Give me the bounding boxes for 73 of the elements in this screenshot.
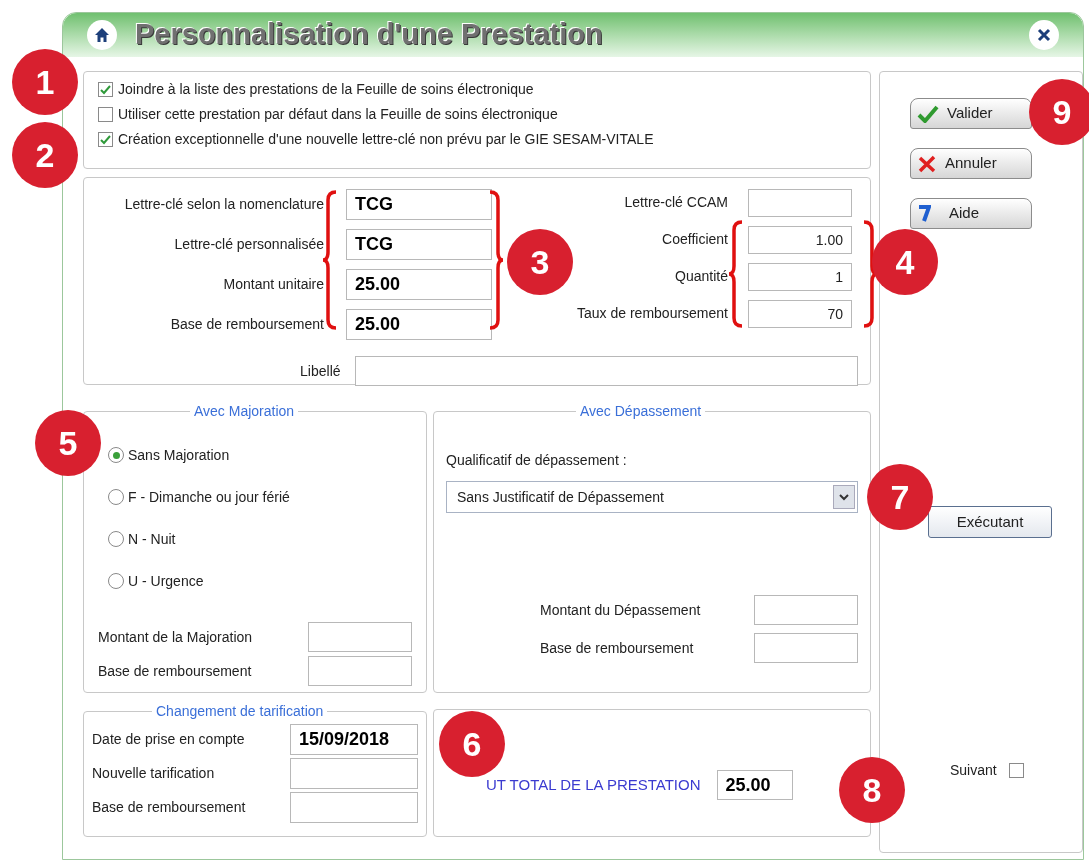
checkbox[interactable] xyxy=(98,107,113,122)
text-field[interactable]: 15/09/2018 xyxy=(290,724,418,755)
cross-icon xyxy=(917,154,937,173)
group-title: Changement de tarification xyxy=(155,702,325,721)
text-field[interactable]: 1 xyxy=(748,262,852,291)
radio-button[interactable] xyxy=(108,447,124,463)
text-field[interactable]: 25.00 xyxy=(716,770,793,800)
field-label: Base de remboursement xyxy=(170,314,324,334)
field-label: Lettre-clé selon la nomenclature xyxy=(124,194,324,214)
text-field[interactable] xyxy=(354,356,858,386)
field-label: Montant unitaire xyxy=(223,274,324,294)
radio-label: F - Dimanche ou jour férié xyxy=(128,487,290,507)
callout-badge: 1 xyxy=(12,49,78,115)
text-field[interactable] xyxy=(308,656,412,686)
chevron-down-icon xyxy=(833,485,855,509)
total-label: UT TOTAL DE LA PRESTATION xyxy=(486,774,701,795)
text-field[interactable] xyxy=(754,595,858,625)
field-label: Qualificatif de dépassement : xyxy=(446,451,628,470)
option-label: Création exceptionnelle d'une nouvelle lettre-clé non prévu par le GIE SESAM-VITALE xyxy=(118,130,654,149)
field-label: Base de remboursement xyxy=(540,638,694,658)
radio-button[interactable] xyxy=(108,531,124,547)
text-field[interactable]: 25.00 xyxy=(346,268,492,300)
next-label: Suivant xyxy=(950,761,997,780)
dropdown[interactable]: Sans Justificatif de Dépassement xyxy=(446,481,858,513)
callout-badge: 5 xyxy=(35,410,101,476)
brace-icon xyxy=(728,220,744,328)
field-label: Lettre-clé personnalisée xyxy=(174,234,324,254)
text-field[interactable]: TCG xyxy=(346,188,492,220)
field-label: Taux de remboursement xyxy=(577,304,728,323)
radio-button[interactable] xyxy=(108,489,124,505)
text-field[interactable] xyxy=(290,758,418,789)
text-field[interactable] xyxy=(290,792,418,823)
window-title: Personnalisation d'une Prestation xyxy=(135,17,604,53)
text-field[interactable] xyxy=(308,622,412,652)
text-field[interactable]: 1.00 xyxy=(748,225,852,254)
help-icon xyxy=(917,203,931,224)
close-icon[interactable] xyxy=(1029,20,1059,50)
brace-icon xyxy=(862,220,878,328)
home-icon[interactable] xyxy=(87,20,117,50)
checkbox[interactable] xyxy=(1008,763,1024,778)
text-field[interactable]: 25.00 xyxy=(346,308,492,340)
text-field[interactable] xyxy=(754,633,858,663)
action-button[interactable]: Valider xyxy=(910,98,1032,129)
field-label: Libellé xyxy=(299,361,341,381)
checkbox[interactable] xyxy=(98,82,113,97)
radio-button[interactable] xyxy=(108,573,124,589)
field-label: Base de remboursement xyxy=(98,661,252,681)
checkbox[interactable] xyxy=(98,132,113,147)
group-title: Avec Dépassement xyxy=(579,402,703,421)
field-label: Coefficient xyxy=(662,230,728,249)
radio-label: U - Urgence xyxy=(128,571,204,591)
text-field[interactable]: TCG xyxy=(346,228,492,260)
option-label: Utiliser cette prestation par défaut dans la Feuille de soins électronique xyxy=(118,105,558,124)
field-label: Base de remboursement xyxy=(92,798,246,817)
field-label: Nouvelle tarification xyxy=(92,764,215,783)
text-field[interactable]: 70 xyxy=(748,299,852,328)
radio-label: N - Nuit xyxy=(128,529,176,549)
action-button[interactable]: Aide xyxy=(910,198,1032,229)
action-button[interactable]: Annuler xyxy=(910,148,1032,179)
brace-icon xyxy=(322,190,338,330)
field-label: Montant de la Majoration xyxy=(98,627,253,647)
group-title: Avec Majoration xyxy=(193,402,296,421)
field-label: Montant du Dépassement xyxy=(540,600,701,620)
check-icon xyxy=(917,104,939,123)
field-label: Lettre-clé CCAM xyxy=(624,193,728,212)
brace-icon xyxy=(488,190,504,330)
option-label: Joindre à la liste des prestations de la Feuille de soins électronique xyxy=(118,80,534,99)
field-label: Quantité xyxy=(675,267,728,286)
executant-button[interactable]: Exécutant xyxy=(928,506,1052,538)
radio-label: Sans Majoration xyxy=(128,445,230,465)
field-label: Date de prise en compte xyxy=(92,730,245,749)
text-field[interactable] xyxy=(748,188,852,217)
callout-badge: 2 xyxy=(12,122,78,188)
